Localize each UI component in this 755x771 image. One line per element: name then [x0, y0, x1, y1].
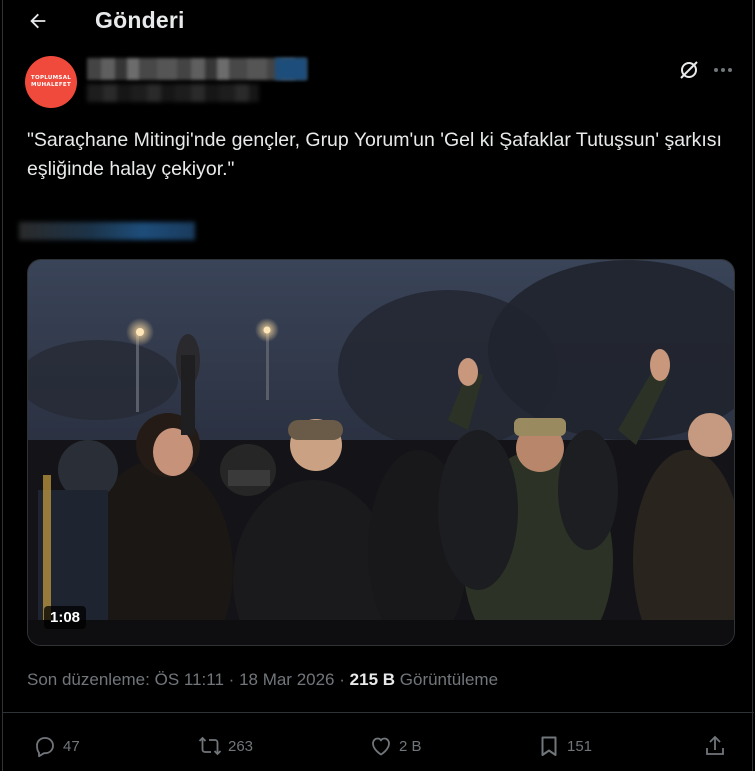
more-options-button[interactable] [711, 58, 735, 82]
grok-button[interactable] [677, 58, 701, 82]
reply-button[interactable]: 47 [33, 729, 80, 763]
reply-icon [36, 737, 54, 758]
meta-separator: · [228, 670, 235, 689]
bookmark-icon [541, 736, 557, 756]
like-button[interactable]: 2 B [369, 729, 422, 763]
views-label: Görüntüleme [399, 670, 499, 689]
post-date-link[interactable]: 18 Mar 2026 [239, 670, 334, 689]
meta-separator-2: · [339, 670, 345, 689]
divider [3, 712, 754, 713]
link-blurred[interactable] [19, 222, 195, 240]
post-text: "Saraçhane Mitingi'nde gençler, Grup Yor… [27, 129, 722, 180]
repost-button[interactable]: 263 [198, 729, 253, 763]
back-button[interactable] [21, 6, 55, 36]
page-title: Gönderi [95, 7, 185, 33]
bookmark-count: 151 [567, 737, 593, 755]
avatar-text-line1: TOPLUMSAL [30, 75, 72, 81]
avatar[interactable]: TOPLUMSAL MUHALEFET [25, 56, 77, 108]
author-handle-blurred[interactable] [87, 84, 259, 102]
arrow-left-icon [30, 13, 46, 29]
action-bar: 47 263 2 B 151 [3, 729, 754, 763]
video-duration-badge: 1:08 [44, 606, 87, 629]
post-page: Gönderi TOPLUMSAL MUHALEFET "Saraçhane M… [2, 0, 754, 771]
author-name-blurred[interactable] [87, 58, 307, 80]
post-meta: Son düzenleme: ÖS 11:11 · 18 Mar 2026 · … [27, 670, 498, 690]
repost-count: 263 [228, 737, 254, 755]
video-player[interactable]: 1:08 [27, 259, 735, 646]
top-bar: Gönderi [3, 0, 754, 44]
like-count: 2 B [399, 737, 422, 755]
verified-badge-blurred [275, 58, 307, 80]
post-time-link[interactable]: ÖS 11:11 [155, 670, 224, 689]
views-count: 215 B [349, 670, 396, 689]
repost-icon [198, 736, 222, 756]
share-icon [706, 735, 724, 755]
bookmark-button[interactable]: 151 [537, 729, 592, 763]
grok-icon [680, 61, 698, 79]
reply-count: 47 [63, 737, 80, 755]
heart-icon [372, 737, 390, 756]
video-thumbnail [28, 260, 734, 645]
edited-prefix: Son düzenleme: [27, 670, 150, 689]
avatar-text-line2: MUHALEFET [30, 82, 72, 88]
more-dots-icon [714, 68, 732, 72]
share-button[interactable] [703, 729, 727, 763]
